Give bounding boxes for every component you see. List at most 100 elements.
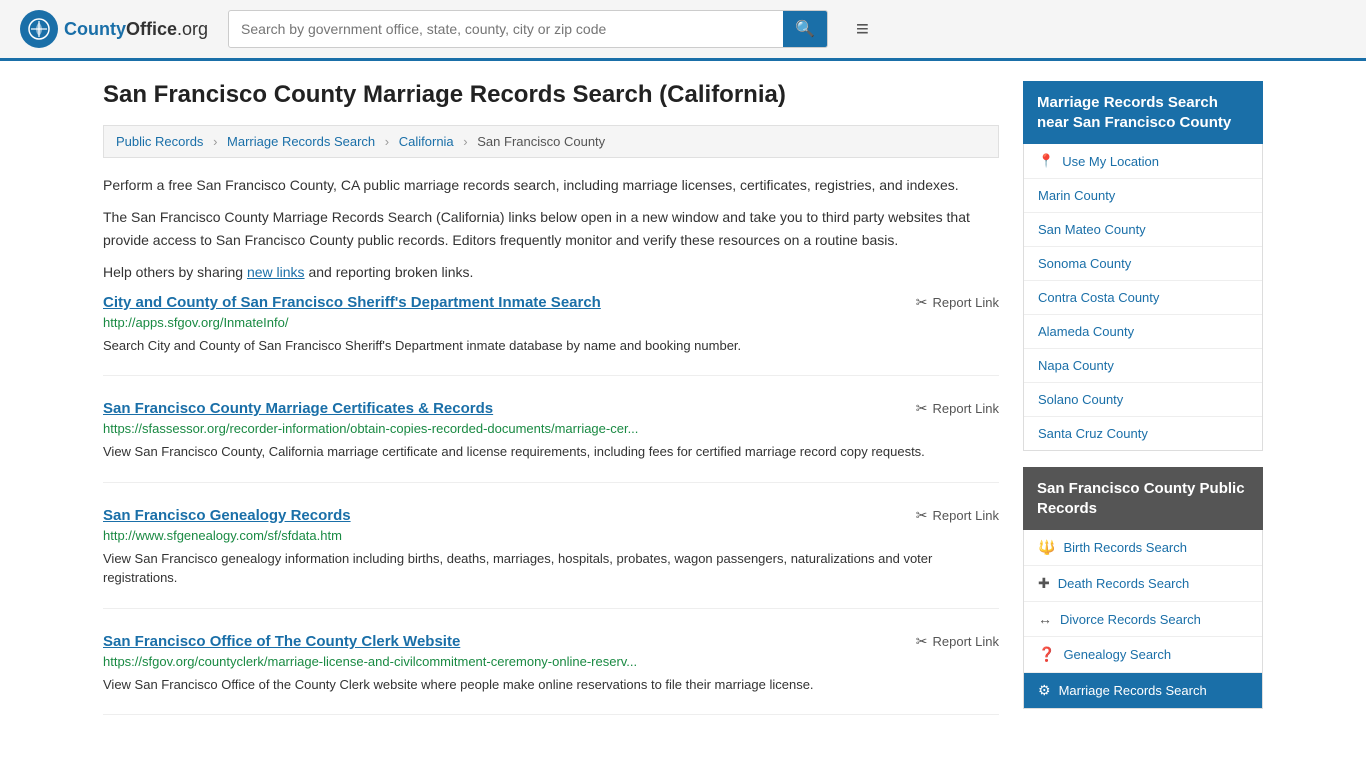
- search-input[interactable]: [229, 13, 783, 45]
- breadcrumb-current: San Francisco County: [477, 134, 605, 149]
- description-2: The San Francisco County Marriage Record…: [103, 206, 999, 251]
- result-desc-3: View San Francisco Office of the County …: [103, 675, 999, 695]
- location-pin-icon: 📍: [1038, 153, 1054, 169]
- public-record-item-3[interactable]: ❓ Genealogy Search: [1024, 637, 1262, 673]
- nearby-county-link-3[interactable]: Contra Costa County: [1038, 290, 1159, 305]
- sidebar: Marriage Records Search near San Francis…: [1023, 81, 1263, 739]
- site-logo[interactable]: CountyOffice.org: [20, 10, 208, 48]
- report-icon-1: ✂: [916, 400, 928, 417]
- result-title-row-0: City and County of San Francisco Sheriff…: [103, 294, 999, 311]
- search-button[interactable]: 🔍: [783, 11, 827, 47]
- nearby-county-link-0[interactable]: Marin County: [1038, 188, 1115, 203]
- breadcrumb: Public Records › Marriage Records Search…: [103, 125, 999, 158]
- nearby-counties-list: Marin County San Mateo County Sonoma Count…: [1024, 179, 1262, 450]
- description-3-post: and reporting broken links.: [305, 264, 474, 280]
- page-title: San Francisco County Marriage Records Se…: [103, 81, 999, 109]
- report-icon-0: ✂: [916, 294, 928, 311]
- site-header: CountyOffice.org 🔍 ≡: [0, 0, 1366, 61]
- result-desc-2: View San Francisco genealogy information…: [103, 549, 999, 588]
- public-records-items: 🔱 Birth Records Search ✚ Death Records S…: [1024, 530, 1262, 708]
- pub-record-link-0[interactable]: Birth Records Search: [1063, 540, 1187, 555]
- report-icon-2: ✂: [916, 507, 928, 524]
- description-3: Help others by sharing new links and rep…: [103, 261, 999, 283]
- report-link-label-2: Report Link: [933, 508, 999, 523]
- result-title-row-2: San Francisco Genealogy Records ✂ Report…: [103, 507, 999, 524]
- nearby-list: 📍 Use My Location Marin County San Mateo …: [1023, 144, 1263, 451]
- pub-record-link-1[interactable]: Death Records Search: [1058, 576, 1190, 591]
- result-desc-0: Search City and County of San Francisco …: [103, 336, 999, 356]
- nearby-county-item-0[interactable]: Marin County: [1024, 179, 1262, 213]
- content-area: San Francisco County Marriage Records Se…: [103, 81, 999, 739]
- nearby-county-link-5[interactable]: Napa County: [1038, 358, 1114, 373]
- result-item-1: San Francisco County Marriage Certificat…: [103, 400, 999, 483]
- result-title-3[interactable]: San Francisco Office of The County Clerk…: [103, 633, 460, 650]
- public-records-section: San Francisco County Public Records 🔱 Bi…: [1023, 467, 1263, 709]
- hamburger-menu-button[interactable]: ≡: [848, 12, 877, 46]
- nearby-county-item-1[interactable]: San Mateo County: [1024, 213, 1262, 247]
- breadcrumb-link-california[interactable]: California: [399, 134, 454, 149]
- breadcrumb-sep-1: ›: [213, 134, 217, 149]
- pub-record-icon-1: ✚: [1038, 575, 1050, 592]
- nearby-county-item-6[interactable]: Solano County: [1024, 383, 1262, 417]
- nearby-county-item-4[interactable]: Alameda County: [1024, 315, 1262, 349]
- nearby-county-item-7[interactable]: Santa Cruz County: [1024, 417, 1262, 450]
- nearby-header: Marriage Records Search near San Francis…: [1023, 81, 1263, 144]
- report-icon-3: ✂: [916, 633, 928, 650]
- public-record-item-2[interactable]: ↔ Divorce Records Search: [1024, 602, 1262, 637]
- pub-record-icon-2: ↔: [1038, 611, 1052, 627]
- results-list: City and County of San Francisco Sheriff…: [103, 294, 999, 716]
- public-record-item-1[interactable]: ✚ Death Records Search: [1024, 566, 1262, 602]
- use-my-location-link[interactable]: Use My Location: [1062, 154, 1159, 169]
- report-link-btn-2[interactable]: ✂ Report Link: [916, 507, 999, 524]
- nearby-county-item-3[interactable]: Contra Costa County: [1024, 281, 1262, 315]
- search-bar: 🔍: [228, 10, 828, 48]
- description-1: Perform a free San Francisco County, CA …: [103, 174, 999, 196]
- public-record-item-4[interactable]: ⚙ Marriage Records Search: [1024, 673, 1262, 708]
- breadcrumb-sep-3: ›: [463, 134, 467, 149]
- nearby-county-link-1[interactable]: San Mateo County: [1038, 222, 1146, 237]
- result-item-3: San Francisco Office of The County Clerk…: [103, 633, 999, 716]
- report-link-btn-0[interactable]: ✂ Report Link: [916, 294, 999, 311]
- breadcrumb-sep-2: ›: [385, 134, 389, 149]
- public-records-header: San Francisco County Public Records: [1023, 467, 1263, 530]
- result-title-row-1: San Francisco County Marriage Certificat…: [103, 400, 999, 417]
- result-title-0[interactable]: City and County of San Francisco Sheriff…: [103, 294, 601, 311]
- result-item-0: City and County of San Francisco Sheriff…: [103, 294, 999, 377]
- pub-record-icon-4: ⚙: [1038, 682, 1051, 699]
- pub-record-link-2[interactable]: Divorce Records Search: [1060, 612, 1201, 627]
- report-link-btn-1[interactable]: ✂ Report Link: [916, 400, 999, 417]
- public-record-item-0[interactable]: 🔱 Birth Records Search: [1024, 530, 1262, 566]
- pub-record-link-4[interactable]: Marriage Records Search: [1059, 683, 1207, 698]
- description-3-pre: Help others by sharing: [103, 264, 247, 280]
- result-title-1[interactable]: San Francisco County Marriage Certificat…: [103, 400, 493, 417]
- pub-record-icon-3: ❓: [1038, 646, 1055, 663]
- result-url-2[interactable]: http://www.sfgenealogy.com/sf/sfdata.htm: [103, 528, 999, 543]
- breadcrumb-link-marriage[interactable]: Marriage Records Search: [227, 134, 375, 149]
- report-link-label-0: Report Link: [933, 295, 999, 310]
- report-link-label-3: Report Link: [933, 634, 999, 649]
- pub-record-link-3[interactable]: Genealogy Search: [1063, 647, 1171, 662]
- result-title-row-3: San Francisco Office of The County Clerk…: [103, 633, 999, 650]
- report-link-btn-3[interactable]: ✂ Report Link: [916, 633, 999, 650]
- pub-record-icon-0: 🔱: [1038, 539, 1055, 556]
- result-url-3[interactable]: https://sfgov.org/countyclerk/marriage-l…: [103, 654, 999, 669]
- new-links-link[interactable]: new links: [247, 264, 305, 280]
- result-url-1[interactable]: https://sfassessor.org/recorder-informat…: [103, 421, 999, 436]
- result-item-2: San Francisco Genealogy Records ✂ Report…: [103, 507, 999, 609]
- public-records-list: 🔱 Birth Records Search ✚ Death Records S…: [1023, 530, 1263, 709]
- use-my-location-item[interactable]: 📍 Use My Location: [1024, 144, 1262, 179]
- logo-text: CountyOffice.org: [64, 19, 208, 40]
- nearby-county-link-7[interactable]: Santa Cruz County: [1038, 426, 1148, 441]
- result-url-0[interactable]: http://apps.sfgov.org/InmateInfo/: [103, 315, 999, 330]
- nearby-county-link-4[interactable]: Alameda County: [1038, 324, 1134, 339]
- nearby-county-link-6[interactable]: Solano County: [1038, 392, 1123, 407]
- result-title-2[interactable]: San Francisco Genealogy Records: [103, 507, 351, 524]
- report-link-label-1: Report Link: [933, 401, 999, 416]
- nearby-section: Marriage Records Search near San Francis…: [1023, 81, 1263, 451]
- nearby-county-item-2[interactable]: Sonoma County: [1024, 247, 1262, 281]
- nearby-county-item-5[interactable]: Napa County: [1024, 349, 1262, 383]
- logo-icon: [20, 10, 58, 48]
- nearby-county-link-2[interactable]: Sonoma County: [1038, 256, 1131, 271]
- breadcrumb-link-public-records[interactable]: Public Records: [116, 134, 203, 149]
- result-desc-1: View San Francisco County, California ma…: [103, 442, 999, 462]
